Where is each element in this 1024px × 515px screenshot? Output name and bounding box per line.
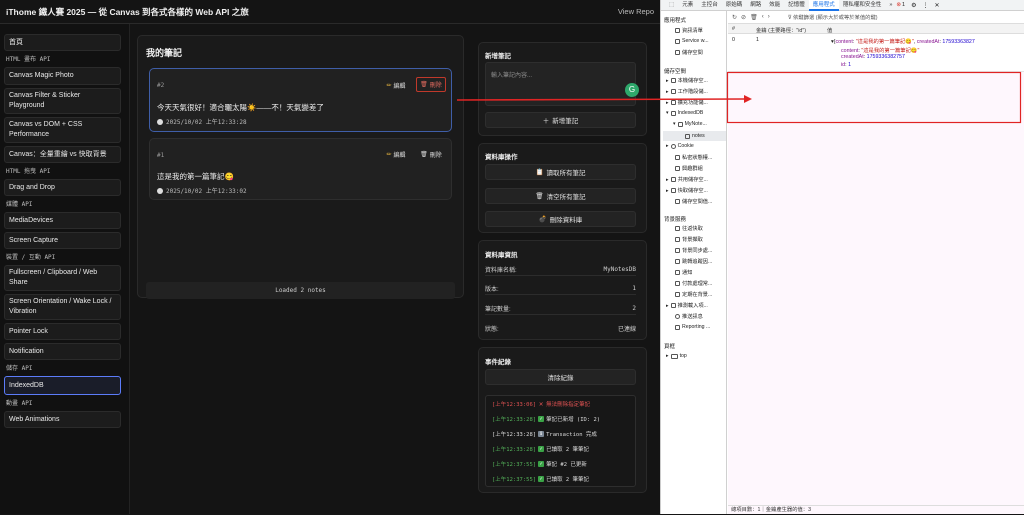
annotation-arrowhead — [744, 95, 752, 103]
annotation-overlay — [456, 71, 1022, 124]
annotation-arrow-line — [456, 98, 746, 101]
annotation-highlight-box — [726, 71, 1022, 124]
